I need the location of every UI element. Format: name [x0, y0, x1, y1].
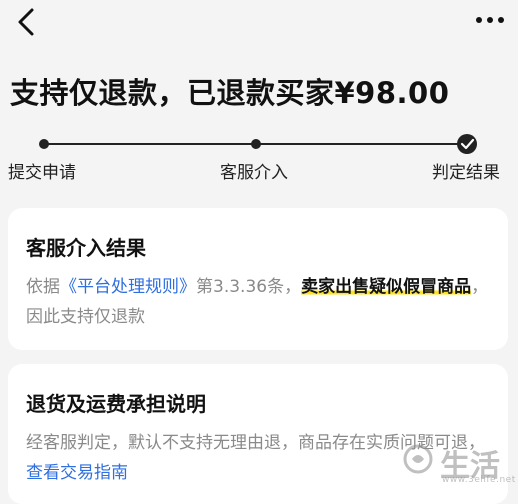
step-dot-2 [251, 139, 261, 149]
service-result-text: 依据《平台处理规则》第3.3.36条，卖家出售疑似假冒商品，因此支持仅退款 [26, 272, 496, 332]
platform-rules-link[interactable]: 《平台处理规则》 [60, 277, 196, 297]
progress-track [39, 134, 477, 154]
progress-stepper: 提交申请 客服介入 判定结果 [0, 130, 518, 190]
result-text-prefix: 依据 [26, 277, 60, 297]
step-label-submit: 提交申请 [8, 163, 76, 183]
counterfeit-highlight: 卖家出售疑似假冒商品 [301, 277, 472, 297]
step-label-result: 判定结果 [432, 163, 500, 183]
watermark: 生活 www.3elife.net [402, 441, 515, 485]
more-horizontal-icon [476, 17, 504, 23]
step-label-service: 客服介入 [220, 163, 288, 183]
more-button[interactable] [474, 10, 506, 30]
watermark-logo-icon [403, 444, 433, 474]
return-shipping-title: 退货及运费承担说明 [26, 392, 206, 416]
back-button[interactable] [12, 6, 42, 38]
result-text-middle: 第3.3.36条， [196, 277, 302, 297]
step-dot-1 [39, 139, 49, 149]
trade-guide-link[interactable]: 查看交易指南 [26, 463, 128, 483]
chevron-left-icon [18, 8, 34, 36]
refund-status-headline: 支持仅退款，已退款买家¥98.00 [10, 76, 450, 110]
service-result-card: 客服介入结果 依据《平台处理规则》第3.3.36条，卖家出售疑似假冒商品，因此支… [8, 208, 508, 350]
check-icon [457, 134, 477, 154]
watermark-url: www.3elife.net [442, 475, 516, 485]
service-result-title: 客服介入结果 [26, 236, 146, 260]
top-bar [0, 0, 518, 46]
